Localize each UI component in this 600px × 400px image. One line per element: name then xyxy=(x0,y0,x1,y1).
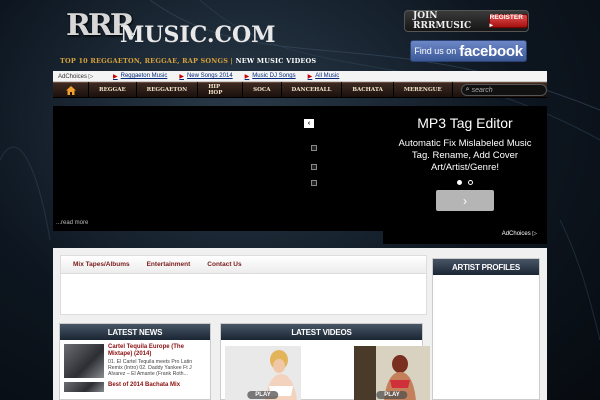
join-label: JOIN RRRMUSIC xyxy=(413,11,472,31)
slideshow-prev-button[interactable]: ‹ xyxy=(304,119,314,128)
artist-profiles-header: ARTIST PROFILES xyxy=(433,259,539,275)
news-title[interactable]: Best of 2014 Bachata Mix xyxy=(108,382,180,389)
register-button[interactable]: REGISTER ▸ xyxy=(488,14,528,29)
home-icon[interactable] xyxy=(53,82,90,98)
nav-item-hip-hop[interactable]: HIP HOP xyxy=(198,82,244,98)
ad-pager-dot-active[interactable] xyxy=(457,180,462,185)
news-title[interactable]: Cartel Tequila Europe (The Mixtape) (201… xyxy=(108,344,207,358)
news-thumbnail[interactable] xyxy=(64,382,104,392)
nav-item-bachata[interactable]: BACHATA xyxy=(342,82,394,98)
search-icon: ⌕ xyxy=(465,86,470,93)
search-input[interactable]: ⌕ search xyxy=(460,84,547,96)
ad-description: Automatic Fix Mislabeled Music Tag. Rena… xyxy=(398,138,532,173)
ad-title: MP3 Tag Editor xyxy=(417,115,513,131)
tab-contact-us[interactable]: Contact Us xyxy=(207,261,241,268)
latest-videos-header: LATEST VIDEOS xyxy=(221,324,422,340)
join-box: JOIN RRRMUSIC REGISTER ▸ xyxy=(404,10,529,32)
video-thumbnail[interactable]: PLAY xyxy=(225,346,301,400)
facebook-find-text: Find us on xyxy=(414,46,457,56)
ad-link-all-music[interactable]: ▶ All Music xyxy=(308,73,340,80)
tab-bar: Mix Tapes/Albums Entertainment Contact U… xyxy=(61,256,426,274)
video-play-label[interactable]: PLAY xyxy=(376,391,408,399)
site-logo[interactable]: RRR MUSIC.COM xyxy=(66,8,276,56)
logo-music: MUSIC.COM xyxy=(120,22,276,48)
ad-link-bar: AdChoices ▷ ▶ Reggaeton Music ▶ New Songs … xyxy=(53,71,547,82)
main-nav: REGGAE REGGAETON HIP HOP SOCA DANCEHALL … xyxy=(53,82,547,98)
slideshow-thumb[interactable] xyxy=(311,145,317,151)
tagline-new-videos: NEW MUSIC VIDEOS xyxy=(235,57,317,65)
search-placeholder: search xyxy=(471,86,493,94)
mp3-tag-editor-ad[interactable]: MP3 Tag Editor Automatic Fix Mislabeled … xyxy=(383,106,547,244)
news-thumbnail[interactable] xyxy=(64,344,104,378)
nav-item-merengue[interactable]: MERENGUE xyxy=(394,82,453,98)
latest-news-panel: LATEST NEWS Cartel Tequila Europe (The M… xyxy=(59,323,211,400)
ad-link-new-songs[interactable]: ▶ New Songs 2014 xyxy=(179,73,232,80)
ad-link-reggaeton-music[interactable]: ▶ Reggaeton Music xyxy=(113,73,167,80)
nav-item-soca[interactable]: SOCA xyxy=(243,82,282,98)
slideshow-thumb[interactable] xyxy=(311,164,317,170)
tagline-main: TOP 10 REGGAETON, REGGAE, RAP SONGS | xyxy=(60,57,234,65)
ad-link-label: New Songs 2014 xyxy=(186,73,233,79)
ad-link-label: Music DJ Songs xyxy=(252,73,296,79)
featured-slideshow[interactable]: ‹ ...read more xyxy=(53,106,383,231)
news-summary: 01. El Cartel Tequila meets Pro Latin Re… xyxy=(108,359,193,377)
site-tagline: TOP 10 REGGAETON, REGGAE, RAP SONGS | NE… xyxy=(60,57,316,65)
tabs-panel: Mix Tapes/Albums Entertainment Contact U… xyxy=(60,255,427,315)
slideshow-thumb[interactable] xyxy=(311,180,317,186)
facebook-logo-text: facebook xyxy=(459,42,523,60)
nav-item-reggae[interactable]: REGGAE xyxy=(89,82,137,98)
tab-entertainment[interactable]: Entertainment xyxy=(147,261,191,268)
facebook-button[interactable]: Find us on facebook xyxy=(410,40,527,62)
latest-videos-panel: LATEST VIDEOS PLAY PLAY xyxy=(220,323,430,400)
ad-link-label: All Music xyxy=(315,73,340,79)
nav-item-dancehall[interactable]: DANCEHALL xyxy=(282,82,343,98)
nav-item-reggaeton[interactable]: REGGAETON xyxy=(137,82,199,98)
ad-pager-dot[interactable] xyxy=(468,180,473,185)
arrow-icon: ▶ xyxy=(113,73,118,80)
tab-mix-tapes[interactable]: Mix Tapes/Albums xyxy=(73,261,130,268)
ad-link-label: Reggaeton Music xyxy=(120,73,168,79)
arrow-icon: ▶ xyxy=(307,73,313,80)
ad-next-button[interactable]: › xyxy=(436,190,494,211)
arrow-icon: ▶ xyxy=(244,73,250,80)
news-item[interactable]: Best of 2014 Bachata Mix xyxy=(60,378,210,392)
arrow-icon: ▶ xyxy=(179,73,184,80)
content-area: Mix Tapes/Albums Entertainment Contact U… xyxy=(53,248,547,400)
video-play-label[interactable]: PLAY xyxy=(247,391,279,399)
latest-news-header: LATEST NEWS xyxy=(60,324,210,340)
read-more-link[interactable]: ...read more xyxy=(56,220,88,226)
video-thumbnail[interactable]: PLAY xyxy=(354,346,430,400)
ad-adchoices[interactable]: AdChoices ▷ xyxy=(502,230,537,237)
ad-link-music-dj[interactable]: ▶ Music DJ Songs xyxy=(245,73,296,80)
ad-pager xyxy=(383,180,547,185)
adchoices-link[interactable]: AdChoices ▷ xyxy=(53,73,113,80)
news-item[interactable]: Cartel Tequila Europe (The Mixtape) (201… xyxy=(60,340,210,378)
artist-profiles-panel: ARTIST PROFILES xyxy=(432,258,540,400)
